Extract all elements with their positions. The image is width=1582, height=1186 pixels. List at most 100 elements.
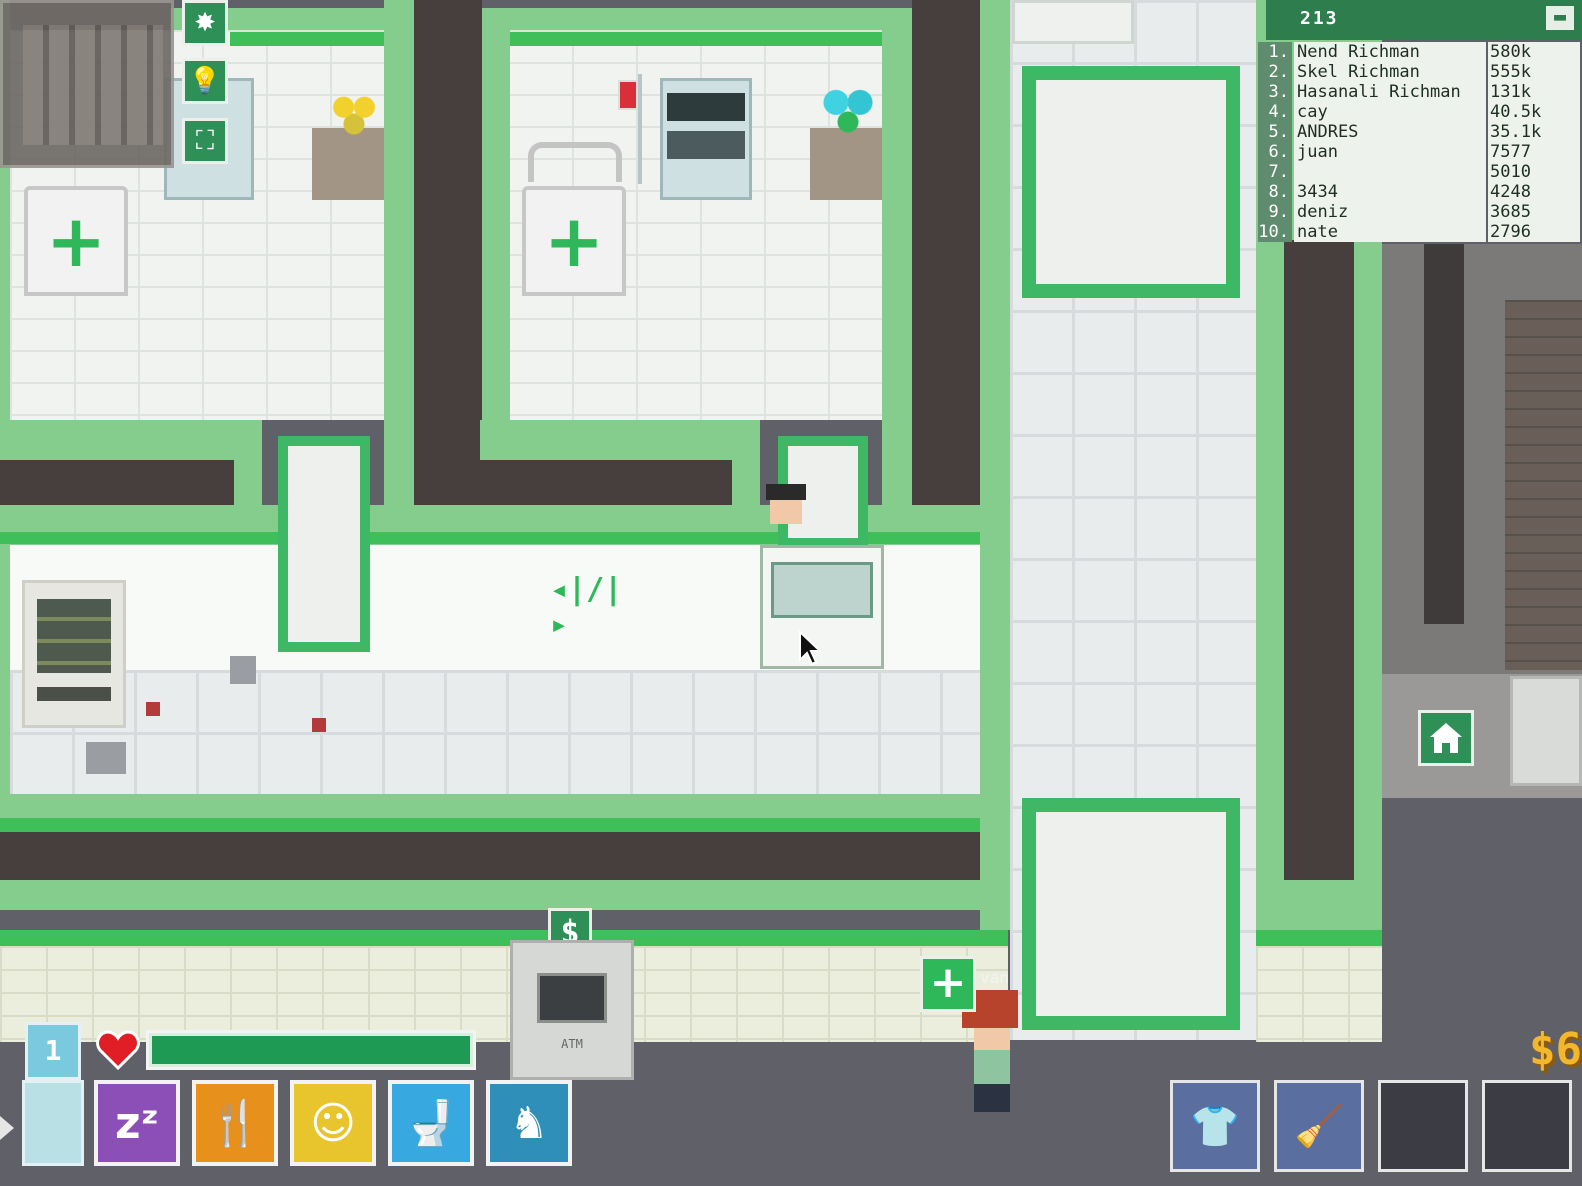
wall (0, 880, 1008, 910)
mouse-cursor-icon (799, 630, 822, 666)
needs-bar: zᶻ 🍴 ☺ 🚽 ♞ (94, 1080, 584, 1172)
brick-wall (0, 946, 1008, 1042)
npc-character[interactable] (766, 484, 806, 540)
water-cooler[interactable]: 1 (22, 1022, 84, 1166)
neighbor-wall (1424, 244, 1464, 624)
wall (482, 8, 510, 448)
fun-need-button[interactable]: ☺ (290, 1080, 376, 1166)
leaderboard-score: 2796 (1488, 222, 1580, 242)
vending-machine[interactable] (22, 580, 126, 728)
mop-icon: 🧹 (1294, 1103, 1344, 1150)
monitor-panel (667, 131, 745, 159)
room-door-left[interactable] (278, 436, 370, 652)
smiley-icon: ☺ (310, 1097, 356, 1149)
npc-hair (766, 484, 806, 500)
leaderboard-row: 5. ANDRES 35.1k (1258, 122, 1582, 142)
minimap-content (23, 25, 163, 145)
hospital-bed[interactable]: + (24, 186, 128, 296)
trash-item[interactable] (146, 702, 160, 716)
minimap[interactable] (0, 0, 174, 168)
inventory-slot[interactable] (1482, 1080, 1572, 1172)
zzz-icon: zᶻ (115, 1097, 159, 1149)
inventory-slot[interactable]: 🧹 (1274, 1080, 1364, 1172)
gear-icon: ✸ (194, 8, 216, 38)
corridor-top-mat (1012, 0, 1134, 44)
heart-icon (96, 1030, 140, 1070)
neighbor-brick (1505, 300, 1582, 670)
leaderboard-rank: 10. (1258, 222, 1292, 242)
patient-monitor[interactable] (660, 78, 752, 200)
skills-need-button[interactable]: ♞ (486, 1080, 572, 1166)
eat-need-button[interactable]: 🍴 (192, 1080, 278, 1166)
wall (480, 420, 732, 460)
medical-cross-icon: + (45, 199, 107, 283)
lightbulb-icon: 💡 (188, 66, 222, 96)
wall (882, 8, 912, 538)
dark-wall (414, 0, 482, 505)
plant-stand (810, 128, 882, 200)
leaderboard-row: 6. juan 7577 (1258, 142, 1582, 162)
wall (0, 420, 262, 460)
trash-item[interactable] (312, 718, 326, 732)
water-bottle: 1 (25, 1022, 81, 1080)
leaderboard-score: 35.1k (1488, 122, 1580, 142)
leaderboard-name: deniz (1294, 202, 1486, 222)
shirt-icon: 👕 (1190, 1103, 1240, 1150)
leaderboard-rank: 1. (1258, 42, 1292, 62)
leaderboard-row: 4. cay 40.5k (1258, 102, 1582, 122)
leaderboard-name: cay (1294, 102, 1486, 122)
floor-arrow-icon: ◂|/|▸ (550, 572, 623, 642)
dark-wall (480, 460, 732, 505)
leaderboard-rank: 9. (1258, 202, 1292, 222)
neighbor-counter (1510, 676, 1582, 786)
leaderboard-rank: 2. (1258, 62, 1292, 82)
atm-screen (537, 973, 607, 1023)
leaderboard-score: 5010 (1488, 162, 1580, 182)
minimize-icon[interactable]: ▬ (1544, 4, 1576, 32)
corridor-door-bottom[interactable] (1022, 798, 1240, 1030)
leaderboard-row: 10. nate 2796 (1258, 222, 1582, 242)
trash-item[interactable] (86, 742, 126, 774)
plant-stand (312, 128, 384, 200)
vending-window (37, 599, 111, 673)
hint-button[interactable]: 💡 (182, 58, 228, 104)
hospital-bed[interactable]: + (522, 186, 626, 296)
leaderboard-score: 7577 (1488, 142, 1580, 162)
leaderboard-header[interactable]: 213 ▬ (1266, 0, 1582, 40)
wall-strip (0, 930, 1008, 946)
fullscreen-button[interactable]: ⛶ (182, 118, 228, 164)
leaderboard-row: 7. 5010 (1258, 162, 1582, 182)
atm-label: ATM (561, 1037, 583, 1051)
cooler-base (22, 1080, 84, 1166)
wall-strip (510, 32, 882, 46)
bed-headboard (528, 142, 622, 182)
leaderboard-row: 9. deniz 3685 (1258, 202, 1582, 222)
wall (384, 0, 414, 530)
fullscreen-icon: ⛶ (195, 125, 215, 156)
leaderboard-rank: 3. (1258, 82, 1292, 102)
leaderboard-name: Skel Richman (1294, 62, 1486, 82)
atm-machine[interactable]: ATM (510, 940, 634, 1080)
monitor-screen (667, 93, 745, 121)
trash-item[interactable] (230, 656, 256, 684)
sleep-need-button[interactable]: zᶻ (94, 1080, 180, 1166)
home-sign[interactable] (1418, 710, 1474, 766)
leaderboard-score: 580k (1488, 42, 1580, 62)
leaderboard-score: 40.5k (1488, 102, 1580, 122)
inventory-slot[interactable] (1378, 1080, 1468, 1172)
leaderboard-name: juan (1294, 142, 1486, 162)
reception-desk[interactable] (760, 545, 884, 669)
settings-button[interactable]: ✸ (182, 0, 228, 46)
wall (980, 0, 1010, 930)
medical-cross-icon: + (543, 199, 605, 283)
corridor-door-top[interactable] (1022, 66, 1240, 298)
leaderboard-rank: 4. (1258, 102, 1292, 122)
leaderboard: 213 ▬ 1. Nend Richman 580k 2. Skel Richman 55… (1258, 0, 1582, 244)
dark-wall (912, 0, 980, 505)
inventory-slot[interactable]: 👕 (1170, 1080, 1260, 1172)
health-bar (146, 1030, 476, 1070)
toilet-need-button[interactable]: 🚽 (388, 1080, 474, 1166)
brick-wall (1256, 946, 1382, 1042)
leaderboard-name: Nend Richman (1294, 42, 1486, 62)
leaderboard-score: 4248 (1488, 182, 1580, 202)
